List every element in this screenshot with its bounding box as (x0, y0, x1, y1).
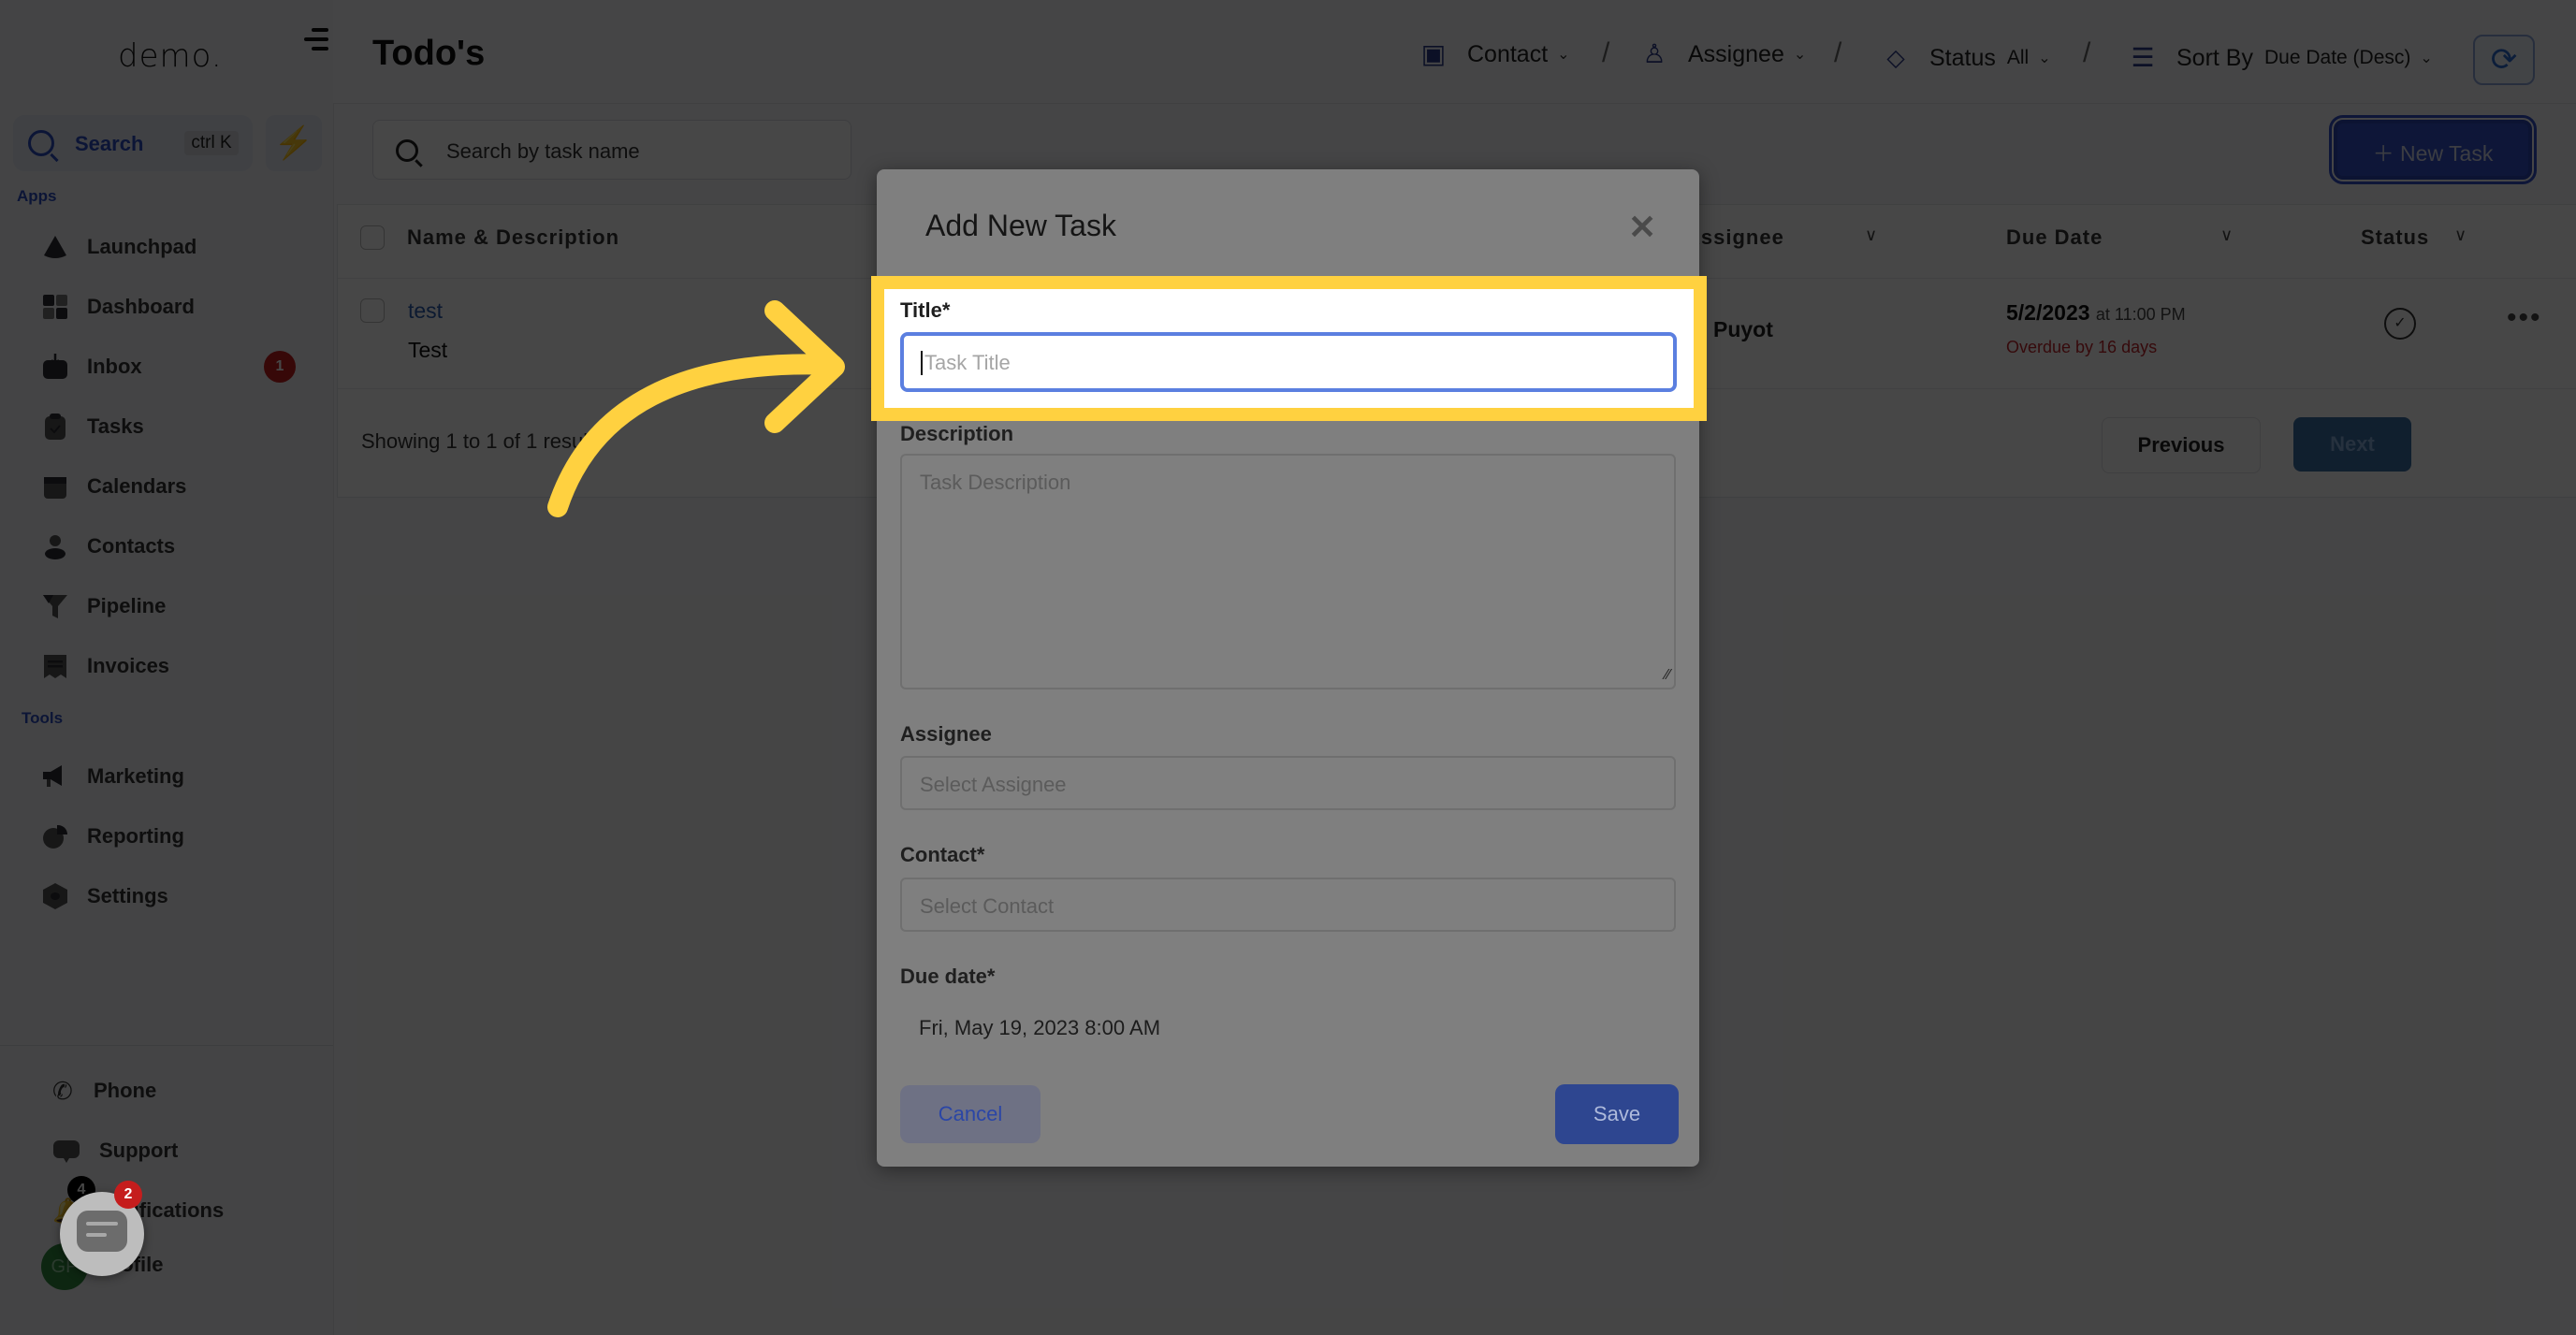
description-label: Description (900, 422, 1014, 445)
chat-badge: 2 (114, 1181, 142, 1209)
chat-widget-button[interactable]: 2 (60, 1181, 144, 1276)
assignee-label: Assignee (900, 722, 992, 746)
annotation-arrow-icon (547, 300, 845, 517)
contact-placeholder: Select Contact (920, 894, 1055, 918)
contact-select[interactable]: Select Contact (900, 878, 1676, 932)
modal-title: Add New Task (925, 209, 1116, 242)
due-date-picker[interactable]: Fri, May 19, 2023 8:00 AM (919, 1016, 1160, 1040)
close-icon[interactable]: ✕ (1628, 210, 1656, 244)
title-label: Title* (900, 298, 951, 322)
text-caret (921, 351, 923, 375)
contact-label: Contact* (900, 843, 985, 866)
title-placeholder: Task Title (924, 351, 1011, 374)
assignee-select[interactable]: Select Assignee (900, 756, 1676, 810)
cancel-button[interactable]: Cancel (900, 1085, 1041, 1143)
save-button[interactable]: Save (1555, 1084, 1679, 1144)
due-date-label: Due date* (900, 965, 996, 988)
assignee-placeholder: Select Assignee (920, 773, 1067, 796)
resize-handle-icon[interactable]: ⁄⁄ (1666, 667, 1670, 684)
description-textarea[interactable]: Task Description ⁄⁄ (900, 454, 1676, 689)
description-placeholder: Task Description (920, 471, 1071, 494)
chat-icon (77, 1211, 127, 1252)
title-input[interactable]: Task Title (900, 332, 1677, 392)
